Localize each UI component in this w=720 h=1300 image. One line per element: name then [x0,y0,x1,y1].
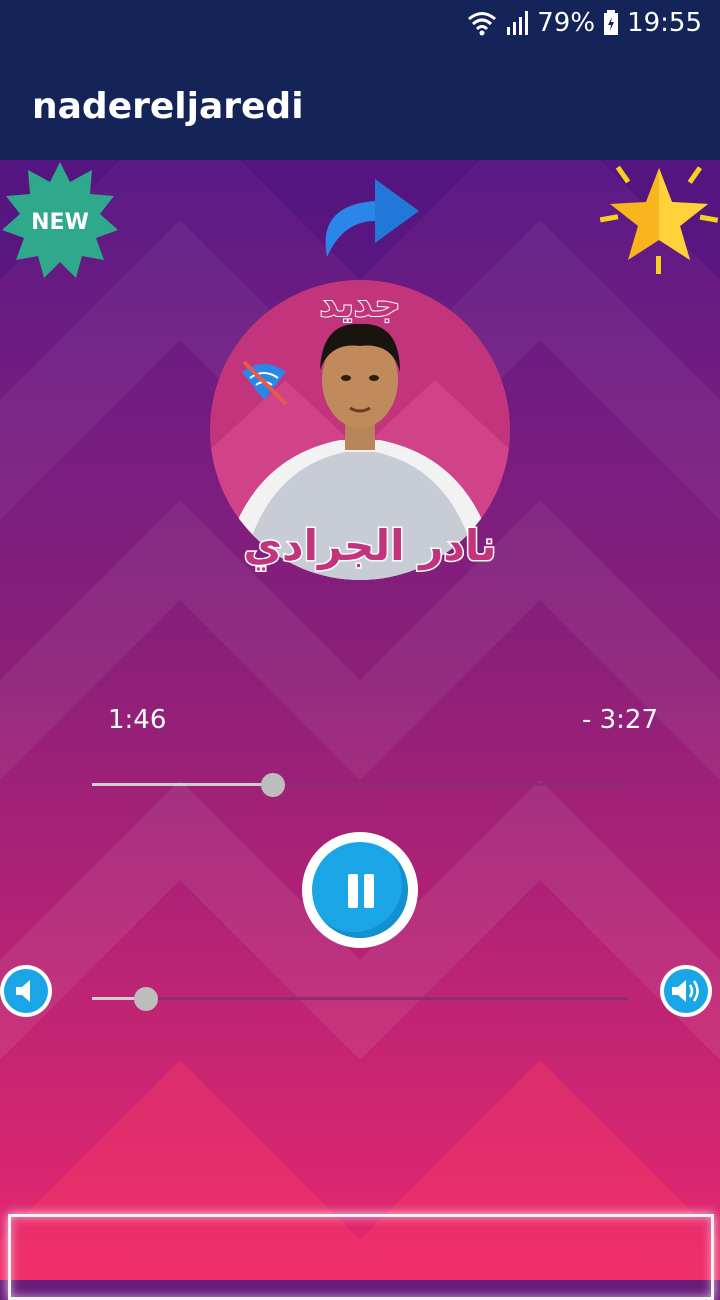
app-title: nadereljaredi [32,86,304,127]
signal-icon [507,11,529,35]
album-bottom-text: نادر الجرادي [244,521,497,571]
wifi-icon [468,12,497,36]
new-badge[interactable]: NEW [0,160,120,280]
album-art: جديد نادر الجرادي [210,280,510,580]
share-icon[interactable] [315,165,425,265]
album-top-text: جديد [319,284,400,325]
seek-bar[interactable] [92,783,628,786]
seek-bar-fill [92,783,273,786]
star-icon[interactable] [598,160,720,280]
banner-ad-frame[interactable] [8,1214,714,1300]
new-badge-label: NEW [31,210,89,235]
battery-percent: 79% [537,8,596,38]
pause-button-face [312,842,408,938]
volume-down-icon [16,980,30,1002]
volume-down-button[interactable] [0,965,52,1017]
battery-icon [604,10,619,35]
remaining-time: - 3:27 [581,705,658,735]
clock: 19:55 [627,8,702,38]
volume-bar-thumb[interactable] [134,987,158,1011]
seek-bar-thumb[interactable] [261,773,285,797]
status-bar: 79% 19:55 [0,0,720,52]
app-bar: nadereljaredi [0,52,720,160]
volume-bar[interactable] [92,997,628,1000]
status-icons: 79% 19:55 [467,8,702,38]
volume-up-icon [672,980,699,1002]
elapsed-time: 1:46 [108,705,167,735]
volume-up-button[interactable] [660,965,712,1017]
pause-button[interactable] [302,832,418,948]
album-art-graphic: جديد نادر الجرادي [210,280,510,580]
